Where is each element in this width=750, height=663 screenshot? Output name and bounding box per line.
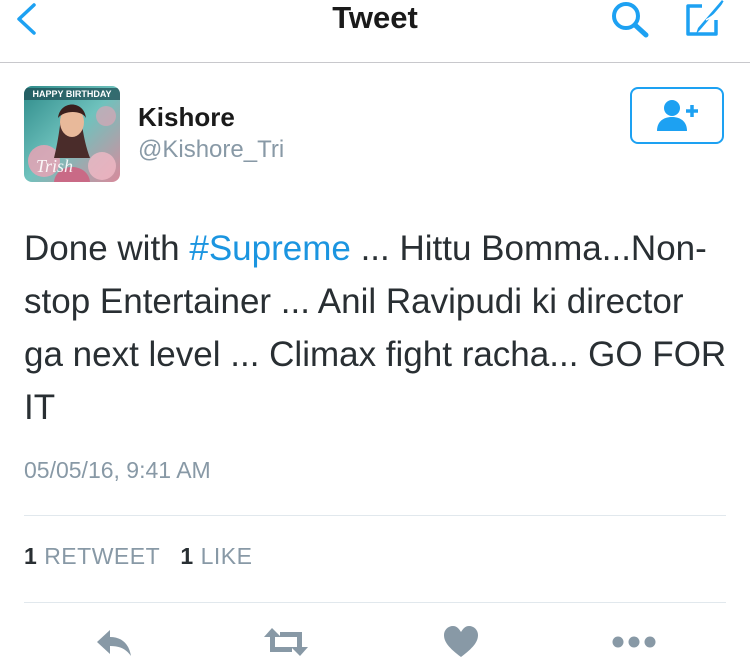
author-display-name[interactable]: Kishore [138, 102, 235, 133]
reply-icon [97, 629, 131, 656]
avatar-image: HAPPY BIRTHDAY Trish [24, 86, 120, 182]
tweet-text-start: Done with [24, 229, 190, 268]
avatar[interactable]: HAPPY BIRTHDAY Trish [24, 86, 120, 182]
search-icon [612, 2, 649, 38]
author-username[interactable]: @Kishore_Tri [138, 136, 284, 164]
avatar-caption: HAPPY BIRTHDAY [32, 89, 111, 99]
add-user-icon [657, 99, 698, 131]
retweet-label: RETWEET [44, 543, 160, 569]
retweet-icon [264, 627, 308, 656]
avatar-signature: Trish [36, 156, 73, 176]
like-count: 1 [180, 543, 194, 569]
like-button[interactable] [441, 620, 481, 663]
hashtag-link[interactable]: #Supreme [189, 229, 350, 268]
like-icon [444, 625, 478, 657]
retweet-count: 1 [24, 543, 38, 569]
retweet-button[interactable] [261, 620, 311, 663]
top-nav-bar: Tweet [0, 0, 750, 63]
tweet-timestamp: 05/05/16, 9:41 AM [24, 457, 211, 483]
like-label: LIKE [200, 543, 253, 569]
tweet-text: Done with #Supreme ... Hittu Bomma...Non… [24, 222, 729, 434]
retweets-stat[interactable]: 1 RETWEET [24, 543, 160, 569]
search-button[interactable] [606, 0, 654, 40]
follow-button[interactable] [630, 87, 724, 144]
compose-button[interactable] [680, 0, 730, 40]
divider [24, 602, 726, 603]
more-button[interactable] [611, 620, 657, 663]
divider [24, 515, 726, 516]
tweet-stats: 1 RETWEET 1 LIKE [24, 543, 252, 570]
more-icon [612, 636, 656, 647]
likes-stat[interactable]: 1 LIKE [180, 543, 252, 569]
reply-button[interactable] [92, 620, 136, 663]
compose-icon [686, 0, 725, 36]
tweet-actions [0, 620, 750, 663]
